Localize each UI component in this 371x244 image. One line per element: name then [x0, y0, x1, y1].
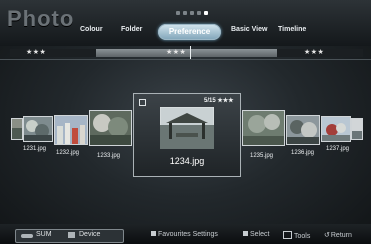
select-checkbox[interactable] [139, 99, 146, 106]
thumbnail-filename: 1231.jpg [23, 146, 47, 152]
rating-cursor [190, 46, 191, 59]
blue-button-icon [243, 231, 248, 236]
photo-thumbnail-partial[interactable] [351, 118, 363, 140]
photo-thumbnail[interactable] [321, 116, 351, 142]
return-arrow-icon: ↺ [324, 232, 330, 239]
photo-image [55, 116, 87, 144]
device-selector[interactable]: SUM Device [15, 229, 124, 243]
tab-basic-view[interactable]: Basic View [231, 26, 267, 33]
photo-image [243, 111, 284, 145]
photo-thumbnail[interactable] [89, 110, 132, 146]
thumbnail-filename: 1237.jpg [326, 146, 350, 152]
photo-image [287, 116, 319, 144]
sum-device-icon [21, 234, 33, 238]
select-label: Select [250, 231, 270, 238]
device-label: Device [79, 231, 101, 238]
photo-image [322, 117, 350, 141]
footer-bar: SUM Device Favourites Settings Select To… [0, 224, 371, 244]
photo-thumbnail[interactable] [286, 115, 320, 145]
tools-label: Tools [294, 233, 311, 240]
divider [0, 59, 371, 60]
rating-right: ★★★ [304, 49, 325, 56]
rating-selected-segment [96, 49, 277, 57]
page-dot-active [204, 11, 208, 15]
thumbnail-filename: 1232.jpg [56, 150, 80, 156]
return-hint[interactable]: ↺Return [324, 231, 352, 239]
favourites-label: Favourites Settings [158, 231, 218, 238]
tab-preference[interactable]: Preference [158, 24, 221, 40]
photo-thumbnail[interactable] [54, 115, 88, 145]
thumbnail-filename: 1233.jpg [97, 153, 121, 159]
yellow-button-icon [151, 231, 156, 236]
thumbnail-filename: 1236.jpg [291, 150, 315, 156]
page-title: Photo [7, 6, 75, 31]
rating-left: ★★★ [26, 49, 47, 56]
tools-hint[interactable]: Tools [283, 231, 310, 240]
photo-counter: 5/15 ★★★ [204, 97, 234, 104]
page-dot [197, 11, 201, 15]
header-bar: Photo Colour Folder Preference Basic Vie… [0, 0, 371, 46]
tab-folder[interactable]: Folder [121, 26, 142, 33]
photo-thumbnail-partial[interactable] [11, 118, 23, 140]
selected-photo-card[interactable]: 5/15 ★★★ 1234.jpg [133, 93, 241, 177]
page-indicator [176, 11, 208, 15]
photo-image [160, 107, 214, 149]
page-dot [176, 11, 180, 15]
select-hint[interactable]: Select [243, 231, 269, 238]
return-label: Return [330, 232, 352, 239]
photo-image [352, 119, 362, 139]
preference-rating-bar[interactable]: ★★★ ★★★ ★★★ [10, 46, 363, 59]
photo-thumbnail[interactable] [242, 110, 285, 146]
counter-text: 5/15 [204, 98, 216, 104]
tab-colour[interactable]: Colour [80, 26, 103, 33]
favourites-settings-hint[interactable]: Favourites Settings [151, 231, 218, 238]
sum-label: SUM [36, 231, 52, 238]
photo-image [12, 119, 22, 139]
photo-image [24, 117, 52, 141]
page-dot [190, 11, 194, 15]
selected-filename: 1234.jpg [169, 156, 205, 166]
photo-image [90, 111, 131, 145]
thumbnail-filename: 1235.jpg [250, 153, 274, 159]
page-dot [183, 11, 187, 15]
photo-browser-screen: Photo Colour Folder Preference Basic Vie… [0, 0, 371, 244]
rating-center: ★★★ [166, 49, 187, 56]
photo-thumbnail[interactable] [23, 116, 53, 142]
device-icon [68, 232, 75, 238]
tab-timeline[interactable]: Timeline [278, 26, 306, 33]
rating-stars: ★★★ [217, 98, 234, 104]
tools-icon [283, 231, 292, 239]
